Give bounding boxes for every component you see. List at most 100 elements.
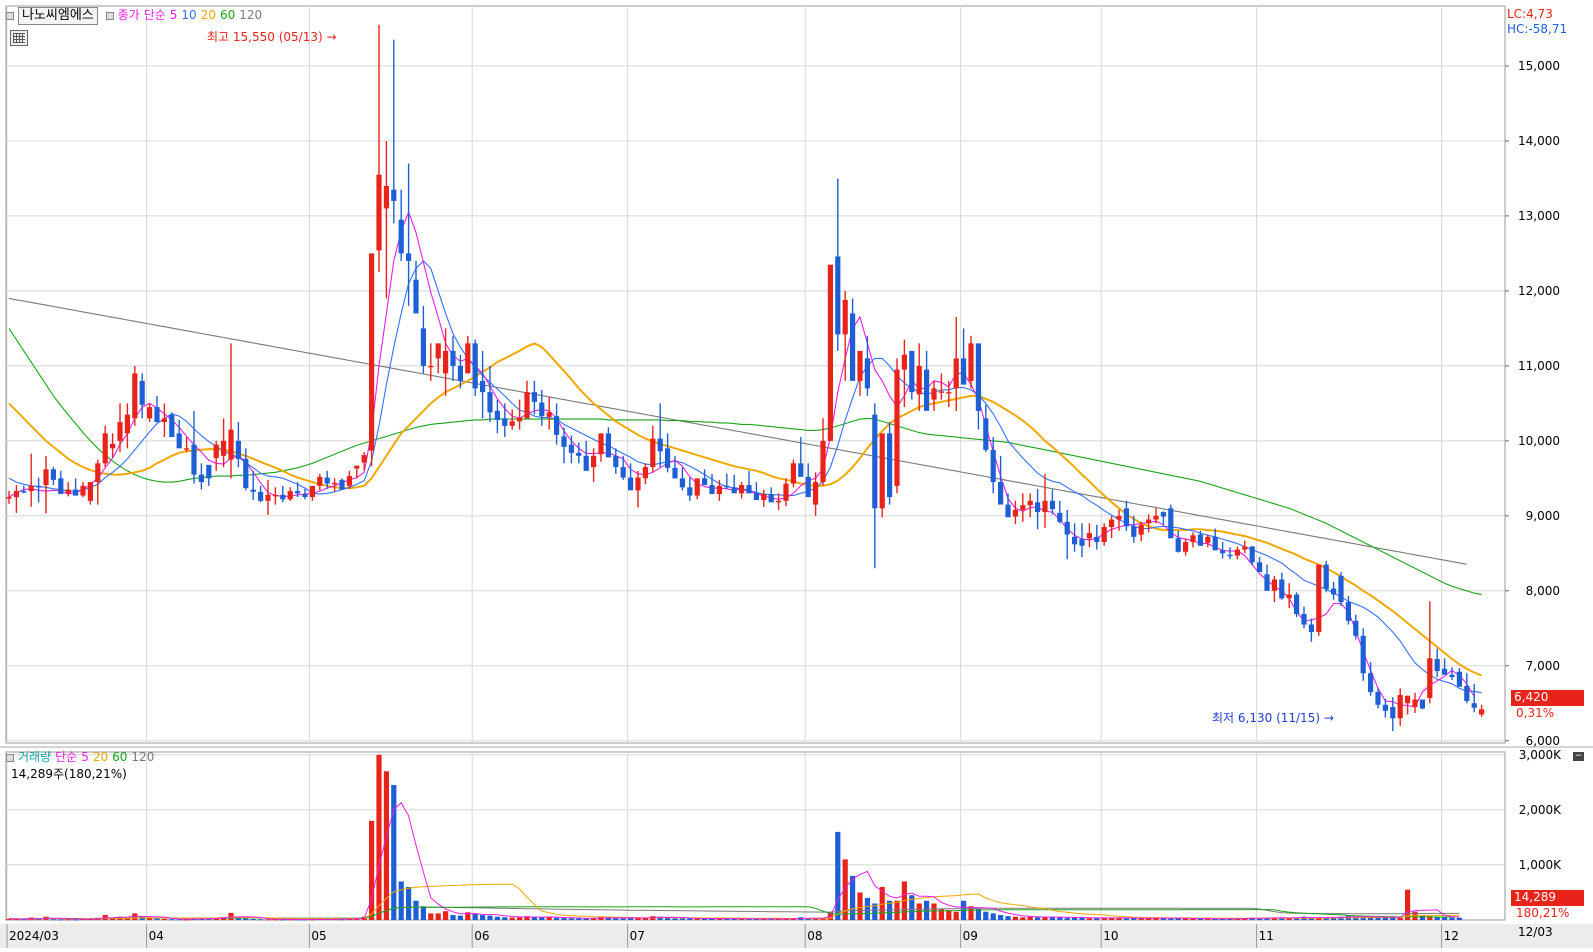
candle-body bbox=[1286, 594, 1292, 599]
candle-body bbox=[1175, 538, 1181, 552]
vol-legend-ma120: 120 bbox=[131, 750, 155, 764]
candle-body bbox=[1227, 554, 1233, 557]
candle-body bbox=[502, 418, 508, 426]
candle-body bbox=[1427, 658, 1433, 699]
volume-legend-method: 단순 bbox=[55, 750, 78, 764]
volume-bar bbox=[931, 903, 937, 920]
candle-body bbox=[938, 391, 944, 393]
candle-body bbox=[1049, 500, 1055, 510]
candle-body bbox=[302, 494, 308, 498]
candle-body bbox=[1390, 707, 1396, 719]
candle-body bbox=[1279, 579, 1285, 599]
x-tick-label: 09 bbox=[963, 929, 978, 943]
volume-bar bbox=[457, 915, 463, 920]
candle-body bbox=[198, 474, 204, 483]
candle-body bbox=[1331, 588, 1337, 595]
candle-body bbox=[110, 443, 116, 449]
candle-body bbox=[206, 464, 212, 479]
candle-body bbox=[879, 433, 885, 509]
candle-body bbox=[783, 483, 789, 501]
candle-body bbox=[1123, 508, 1129, 527]
candle-body bbox=[820, 440, 826, 483]
candle-body bbox=[591, 455, 597, 468]
candle-body bbox=[1456, 671, 1462, 687]
candle-body bbox=[620, 467, 626, 478]
candle-body bbox=[376, 174, 382, 251]
vol-legend-ma60: 60 bbox=[112, 750, 128, 764]
vol-legend-ma20: 20 bbox=[92, 750, 109, 764]
candle-body bbox=[1375, 692, 1381, 705]
current-change-pct: 0,31% bbox=[1516, 706, 1555, 720]
stock-name[interactable]: 나노씨엠에스 bbox=[18, 7, 98, 25]
candle-body bbox=[709, 485, 715, 495]
legend-toggle-icon[interactable] bbox=[6, 753, 14, 762]
candle-body bbox=[909, 350, 915, 393]
volume-bar bbox=[494, 916, 500, 920]
price-tick-label: 6,000 bbox=[1526, 734, 1560, 748]
legend-toggle-icon[interactable] bbox=[6, 11, 14, 20]
legend-ma5: 5 bbox=[169, 8, 178, 22]
candle-body bbox=[1072, 536, 1078, 545]
volume-bar bbox=[679, 918, 685, 920]
candle-body bbox=[406, 253, 412, 261]
candle-body bbox=[598, 433, 604, 455]
volume-pane-frame bbox=[5, 751, 1506, 921]
legend-ma20: 20 bbox=[200, 8, 216, 22]
candle-body bbox=[28, 485, 34, 492]
candle-body bbox=[702, 478, 708, 486]
candle-body bbox=[420, 328, 426, 366]
candle-body bbox=[901, 354, 907, 370]
candle-body bbox=[1101, 527, 1107, 543]
price-tick-label: 14,000 bbox=[1518, 134, 1560, 148]
volume-bar bbox=[58, 919, 64, 921]
candle-body bbox=[1242, 546, 1248, 550]
candle-body bbox=[968, 343, 974, 381]
candle-body bbox=[946, 392, 952, 394]
candle-body bbox=[472, 343, 478, 389]
price-legend-method: 단순 bbox=[143, 8, 166, 22]
candle-body bbox=[1323, 564, 1329, 590]
candle-body bbox=[332, 482, 338, 485]
candle-body bbox=[524, 392, 530, 419]
arrow-right-icon: → bbox=[326, 30, 337, 44]
candle-body bbox=[753, 493, 759, 501]
candle-body bbox=[509, 421, 515, 426]
x-tick-label: 12 bbox=[1444, 929, 1459, 943]
table-view-icon[interactable] bbox=[10, 30, 28, 46]
candle-body bbox=[835, 256, 841, 335]
date-end-label: 12/03 bbox=[1518, 925, 1553, 939]
candle-body bbox=[1020, 505, 1026, 510]
volume-tick-label: 3,000K bbox=[1519, 748, 1562, 762]
volume-bar bbox=[672, 918, 678, 920]
candle-body bbox=[583, 455, 589, 471]
volume-bar bbox=[265, 919, 271, 921]
candle-body bbox=[13, 491, 19, 498]
candle-body bbox=[1449, 674, 1455, 678]
low-marker: 최저 6,130 (11/15) → bbox=[1212, 709, 1334, 726]
candle-body bbox=[480, 380, 486, 393]
candle-body bbox=[1131, 526, 1137, 537]
candle-body bbox=[517, 417, 523, 422]
volume-bar bbox=[864, 897, 870, 920]
candle-body bbox=[95, 463, 101, 483]
price-legend: 나노씨엠에스 종가 단순 5 10 20 60 120 bbox=[6, 7, 266, 25]
candle-body bbox=[931, 388, 937, 400]
legend-toggle-icon[interactable] bbox=[105, 11, 114, 20]
x-tick-label: 2024/03 bbox=[9, 929, 59, 943]
candle-body bbox=[761, 494, 767, 501]
volume-bar bbox=[73, 919, 79, 921]
candle-body bbox=[117, 422, 123, 441]
x-tick-label: 06 bbox=[474, 929, 489, 943]
candle-body bbox=[147, 407, 153, 419]
candle-body bbox=[250, 489, 256, 492]
current-volume-badge: 14,289 bbox=[1511, 890, 1584, 906]
candle-body bbox=[287, 491, 293, 500]
collapse-pane-icon[interactable]: − bbox=[1573, 752, 1584, 761]
volume-bar bbox=[391, 785, 397, 920]
candle-body bbox=[864, 358, 870, 389]
candle-body bbox=[990, 449, 996, 483]
volume-bar bbox=[398, 881, 404, 920]
candle-body bbox=[1308, 624, 1314, 633]
candle-body bbox=[1064, 521, 1070, 535]
volume-bar bbox=[1035, 917, 1041, 920]
